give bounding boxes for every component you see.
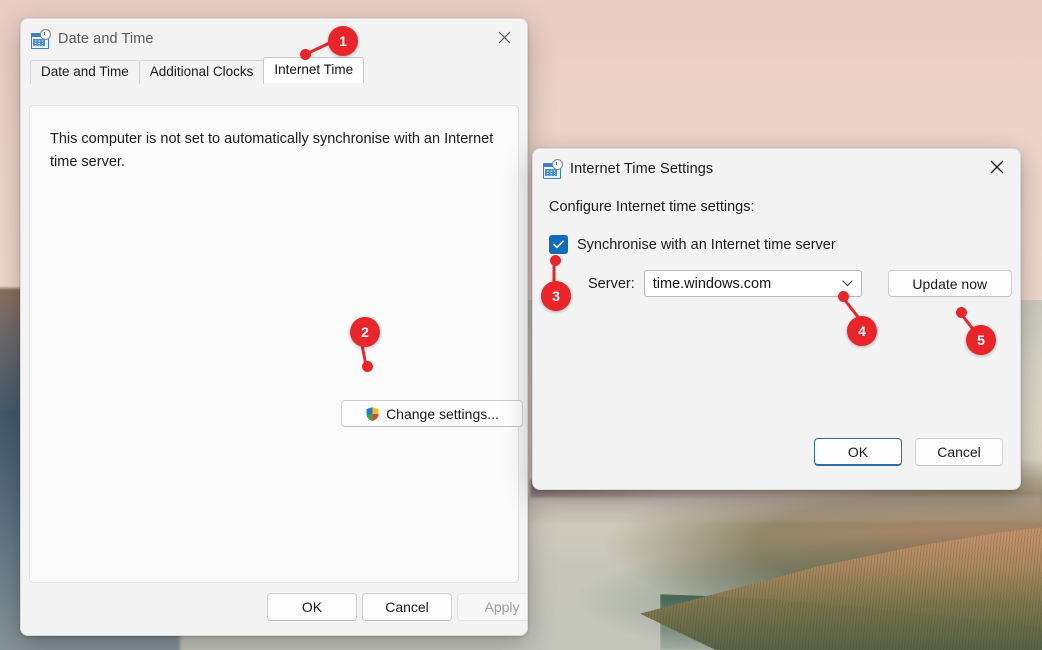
server-value: time.windows.com	[652, 275, 772, 292]
close-icon[interactable]	[481, 19, 527, 55]
uac-shield-icon	[365, 405, 380, 422]
ok-label: OK	[847, 443, 869, 460]
cancel-label: Cancel	[937, 444, 981, 460]
sync-checkbox-label: Synchronise with an Internet time server	[577, 236, 836, 253]
tab-internet-time[interactable]: Internet Time	[263, 57, 365, 83]
ok-button[interactable]: OK	[267, 593, 357, 621]
tab-label: Additional Clocks	[149, 64, 254, 79]
update-now-button[interactable]: Update now	[887, 270, 1012, 297]
calendar-clock-icon	[543, 159, 563, 179]
annotation-1-badge: 1	[328, 26, 358, 56]
annotation-5-badge: 5	[966, 325, 996, 355]
tab-label: Internet Time	[274, 62, 354, 77]
cancel-button[interactable]: Cancel	[362, 593, 452, 621]
server-label: Server:	[588, 275, 635, 292]
tab-additional-clocks[interactable]: Additional Clocks	[138, 60, 265, 84]
annotation-2-badge: 2	[350, 317, 380, 347]
apply-button: Apply	[457, 593, 527, 621]
cancel-label: Cancel	[385, 599, 429, 615]
calendar-clock-icon	[31, 29, 51, 49]
change-settings-button[interactable]: Change settings...	[341, 400, 523, 427]
update-now-label: Update now	[912, 275, 988, 292]
dialog-ok-button[interactable]: OK	[814, 438, 902, 466]
configure-instruction: Configure Internet time settings:	[549, 199, 755, 215]
internet-time-settings-titlebar: Internet Time Settings	[533, 149, 1020, 189]
tab-label: Date and Time	[41, 64, 129, 79]
close-icon[interactable]	[974, 149, 1020, 185]
change-settings-label: Change settings...	[386, 405, 499, 422]
date-and-time-tabstrip: Date and Time Additional Clocks Internet…	[21, 57, 527, 84]
date-and-time-footer: OK Cancel Apply	[21, 583, 527, 635]
date-and-time-window: Date and Time Date and Time Additional C…	[20, 18, 528, 636]
tab-date-and-time[interactable]: Date and Time	[30, 60, 140, 84]
internet-time-tab-panel: This computer is not set to automaticall…	[29, 105, 519, 583]
wallpaper-grass-bank	[640, 525, 1042, 650]
annotation-4-badge: 4	[847, 316, 877, 346]
dialog-title: Internet Time Settings	[570, 161, 714, 177]
server-row: Server: time.windows.com Update now	[588, 270, 1012, 297]
date-and-time-titlebar: Date and Time	[21, 19, 527, 59]
window-title: Date and Time	[58, 31, 154, 47]
screen: Date and Time Date and Time Additional C…	[0, 0, 1042, 650]
internet-time-settings-dialog: Internet Time Settings Configure Interne…	[532, 148, 1021, 490]
sync-checkbox-row[interactable]: Synchronise with an Internet time server	[549, 235, 836, 254]
chevron-down-icon[interactable]	[841, 280, 855, 287]
annotation-3-badge: 3	[541, 281, 571, 311]
ok-label: OK	[301, 599, 323, 615]
apply-label: Apply	[484, 599, 520, 615]
server-combobox[interactable]: time.windows.com	[643, 270, 862, 297]
dialog-cancel-button[interactable]: Cancel	[915, 438, 1003, 466]
sync-checkbox[interactable]	[549, 235, 568, 254]
sync-status-text: This computer is not set to automaticall…	[50, 131, 494, 170]
